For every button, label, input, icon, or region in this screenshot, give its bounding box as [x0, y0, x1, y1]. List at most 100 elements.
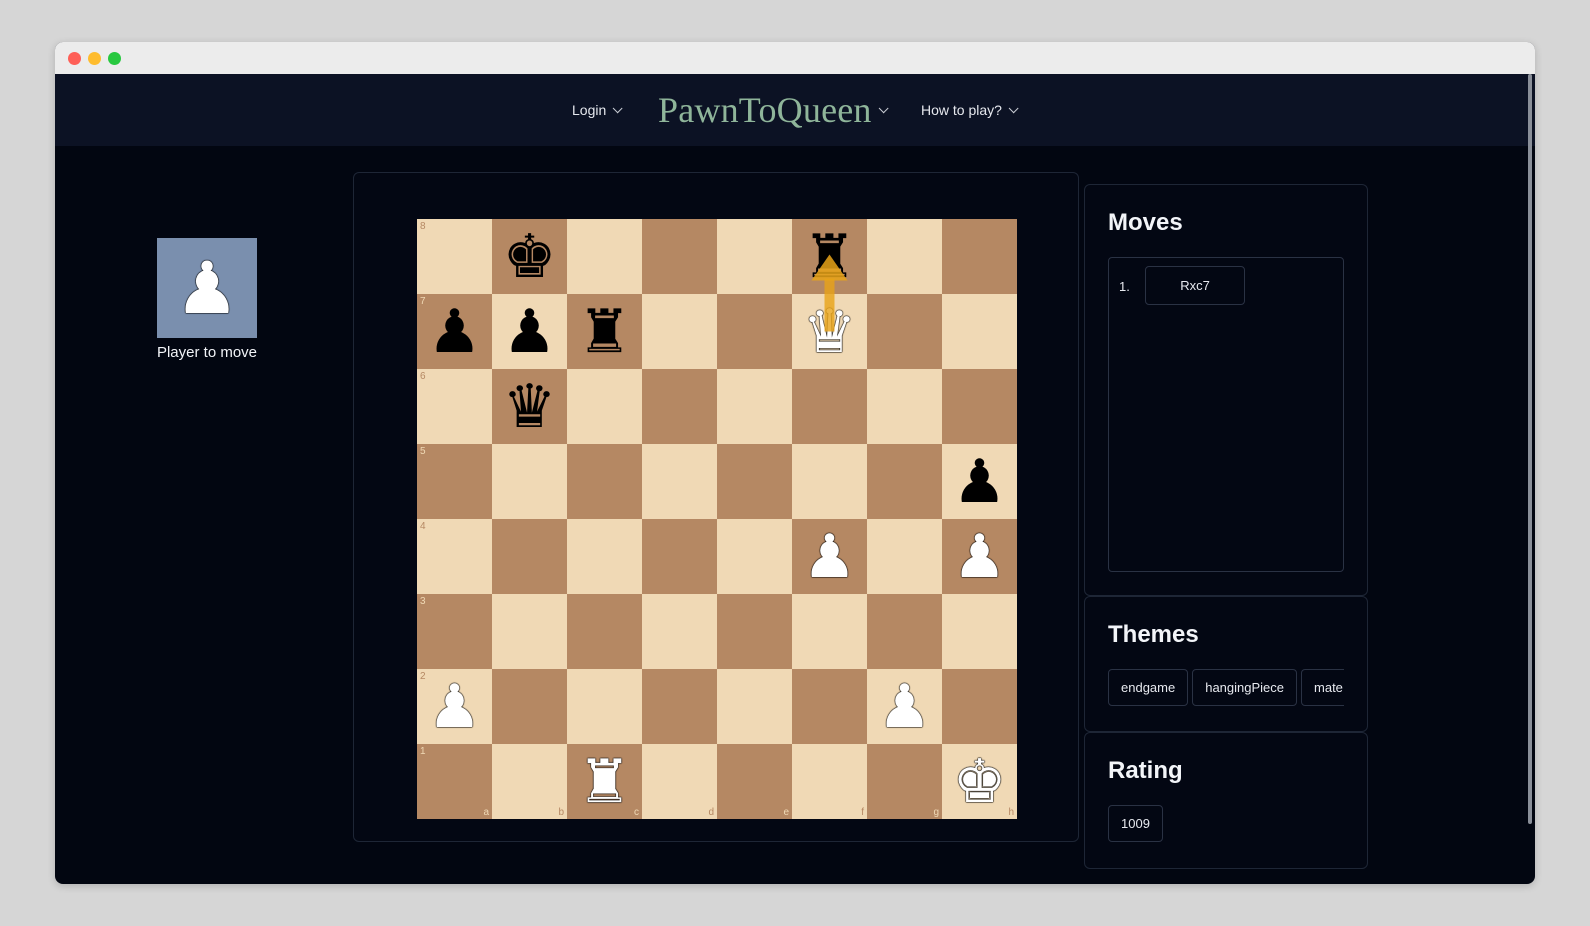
square-c4[interactable]	[567, 519, 642, 594]
white-rook-icon[interactable]: ♜	[578, 752, 632, 812]
square-c1[interactable]: c ♜	[567, 744, 642, 819]
square-f1[interactable]: f	[792, 744, 867, 819]
square-a4[interactable]: 4	[417, 519, 492, 594]
login-menu[interactable]: Login	[572, 74, 623, 146]
white-pawn-icon[interactable]: ♟	[878, 677, 932, 737]
square-d2[interactable]	[642, 669, 717, 744]
square-g1[interactable]: g	[867, 744, 942, 819]
square-d7[interactable]	[642, 294, 717, 369]
square-f3[interactable]	[792, 594, 867, 669]
brand-menu[interactable]: PawnToQueen	[658, 74, 889, 146]
how-to-play-menu[interactable]: How to play?	[921, 74, 1019, 146]
square-e1[interactable]: e	[717, 744, 792, 819]
rating-title: Rating	[1108, 757, 1183, 784]
chess-board[interactable]: 8 ♚ ♜ 7 ♟ ♟ ♜ ♛ 6 ♛ 5 ♟ 4 ♟ ♟ 3 2 ♟ ♟ 1 a b c ♜ d e f g h ♚	[417, 219, 1017, 819]
square-c8[interactable]	[567, 219, 642, 294]
square-e4[interactable]	[717, 519, 792, 594]
square-a6[interactable]: 6	[417, 369, 492, 444]
square-b6[interactable]: ♛	[492, 369, 567, 444]
moves-card: Moves 1. Rxc7	[1084, 184, 1368, 596]
white-pawn-icon[interactable]: ♟	[953, 527, 1007, 587]
square-c3[interactable]	[567, 594, 642, 669]
square-h8[interactable]	[942, 219, 1017, 294]
square-a7[interactable]: 7 ♟	[417, 294, 492, 369]
square-h7[interactable]	[942, 294, 1017, 369]
black-queen-icon[interactable]: ♛	[503, 377, 557, 437]
square-f7[interactable]: ♛	[792, 294, 867, 369]
square-f5[interactable]	[792, 444, 867, 519]
square-d5[interactable]	[642, 444, 717, 519]
square-b7[interactable]: ♟	[492, 294, 567, 369]
square-b1[interactable]: b	[492, 744, 567, 819]
minimize-window-button[interactable]	[88, 52, 101, 65]
page-scrollbar[interactable]	[1528, 74, 1532, 824]
black-pawn-icon[interactable]: ♟	[503, 302, 557, 362]
square-g8[interactable]	[867, 219, 942, 294]
square-h2[interactable]	[942, 669, 1017, 744]
black-rook-icon[interactable]: ♜	[803, 227, 857, 287]
square-g6[interactable]	[867, 369, 942, 444]
square-c5[interactable]	[567, 444, 642, 519]
themes-title: Themes	[1108, 621, 1199, 648]
square-b5[interactable]	[492, 444, 567, 519]
square-b3[interactable]	[492, 594, 567, 669]
theme-tag-mate[interactable]: mate	[1301, 669, 1344, 706]
square-d4[interactable]	[642, 519, 717, 594]
square-f2[interactable]	[792, 669, 867, 744]
square-a2[interactable]: 2 ♟	[417, 669, 492, 744]
square-d6[interactable]	[642, 369, 717, 444]
square-g4[interactable]	[867, 519, 942, 594]
white-queen-icon[interactable]: ♛	[803, 302, 857, 362]
close-window-button[interactable]	[68, 52, 81, 65]
square-b2[interactable]	[492, 669, 567, 744]
square-e2[interactable]	[717, 669, 792, 744]
square-h1[interactable]: h ♚	[942, 744, 1017, 819]
theme-tag-hanging-piece[interactable]: hangingPiece	[1192, 669, 1298, 706]
square-d1[interactable]: d	[642, 744, 717, 819]
maximize-window-button[interactable]	[108, 52, 121, 65]
file-label: b	[558, 807, 564, 818]
square-c2[interactable]	[567, 669, 642, 744]
square-e7[interactable]	[717, 294, 792, 369]
square-b8[interactable]: ♚	[492, 219, 567, 294]
square-f4[interactable]: ♟	[792, 519, 867, 594]
rank-label: 3	[420, 596, 426, 607]
square-h5[interactable]: ♟	[942, 444, 1017, 519]
rank-label: 2	[420, 671, 426, 682]
square-e6[interactable]	[717, 369, 792, 444]
square-f6[interactable]	[792, 369, 867, 444]
white-king-icon[interactable]: ♚	[953, 752, 1007, 812]
square-g7[interactable]	[867, 294, 942, 369]
square-g5[interactable]	[867, 444, 942, 519]
black-pawn-icon[interactable]: ♟	[953, 452, 1007, 512]
square-f8[interactable]: ♜	[792, 219, 867, 294]
move-button[interactable]: Rxc7	[1145, 266, 1245, 305]
black-king-icon[interactable]: ♚	[503, 227, 557, 287]
how-to-play-label: How to play?	[921, 102, 1002, 118]
theme-tag-endgame[interactable]: endgame	[1108, 669, 1189, 706]
square-c6[interactable]	[567, 369, 642, 444]
rating-value: 1009	[1108, 805, 1163, 842]
square-h4[interactable]: ♟	[942, 519, 1017, 594]
square-e8[interactable]	[717, 219, 792, 294]
square-e5[interactable]	[717, 444, 792, 519]
square-a5[interactable]: 5	[417, 444, 492, 519]
black-pawn-icon[interactable]: ♟	[428, 302, 482, 362]
black-rook-icon[interactable]: ♜	[578, 302, 632, 362]
square-h3[interactable]	[942, 594, 1017, 669]
square-h6[interactable]	[942, 369, 1017, 444]
square-a8[interactable]: 8	[417, 219, 492, 294]
player-avatar: ♟	[157, 238, 257, 338]
file-label: a	[483, 807, 489, 818]
white-pawn-icon[interactable]: ♟	[803, 527, 857, 587]
square-g3[interactable]	[867, 594, 942, 669]
square-d8[interactable]	[642, 219, 717, 294]
square-d3[interactable]	[642, 594, 717, 669]
square-c7[interactable]: ♜	[567, 294, 642, 369]
white-pawn-icon[interactable]: ♟	[428, 677, 482, 737]
square-a3[interactable]: 3	[417, 594, 492, 669]
square-e3[interactable]	[717, 594, 792, 669]
square-a1[interactable]: 1a	[417, 744, 492, 819]
square-g2[interactable]: ♟	[867, 669, 942, 744]
square-b4[interactable]	[492, 519, 567, 594]
